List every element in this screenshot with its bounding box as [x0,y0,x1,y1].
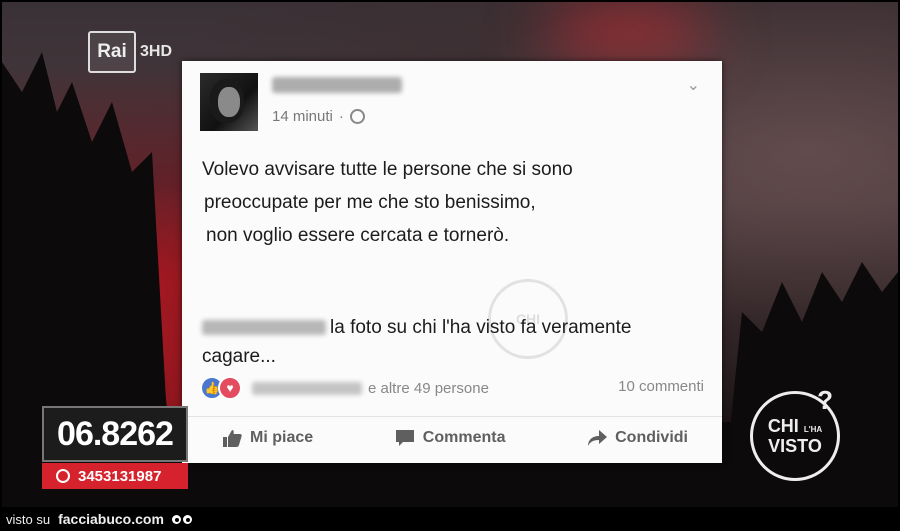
comment-icon [395,430,414,446]
globe-icon [349,109,365,124]
reactor-name-blurred [252,381,362,395]
channel-number: 3HD [140,43,173,60]
chevron-down-icon[interactable]: ⌄ [687,75,700,95]
whatsapp-icon [56,469,70,483]
tv-frame: Rai 3HD 14 minuti · ⌄ Volevo avvisare tu… [2,2,898,507]
author-name-blurred[interactable] [272,77,402,93]
post-time[interactable]: 14 minuti [272,108,333,125]
facebook-post-card: 14 minuti · ⌄ Volevo avvisare tutte le p… [182,61,722,463]
share-label: Condividi [615,429,688,446]
site-name[interactable]: facciabuco.com [58,511,164,527]
post-text: Volevo avvisare tutte le persone che si … [202,153,573,252]
thumbs-up-icon [223,430,242,447]
reactions-others: e altre 49 persone [368,379,489,397]
eyes-icon [171,514,192,524]
whatsapp-number: 3453131987 [78,467,162,485]
share-button[interactable]: Condividi [587,429,688,447]
like-label: Mi piace [250,429,314,446]
reactions-summary[interactable]: 👍 ♥ e altre 49 persone [200,376,489,400]
post-line: non voglio essere cercata e tornerò. [206,225,510,246]
chi-lha-visto-logo: ? CHI L'HA VISTO [750,387,840,481]
comments-count[interactable]: 10 commenti [618,378,704,395]
footer-bar: visto su facciabuco.com [0,507,900,531]
post-meta: 14 minuti · [272,108,365,125]
footer-prefix: visto su [6,511,51,527]
phone-number: 06.8262 [42,406,188,462]
comment: la foto su chi l'ha visto fa veramente c… [202,313,682,371]
post-line: Volevo avvisare tutte le persone che si … [202,159,573,180]
comment-label: Commenta [422,429,506,446]
like-button[interactable]: Mi piace [222,429,313,447]
post-actions: Mi piace Commenta Condividi [182,429,722,447]
channel-logo: Rai 3HD [88,31,172,73]
post-line: preoccupate per me che sto benissimo, [204,192,536,213]
share-arrow-icon [588,430,608,446]
author-avatar[interactable] [200,73,258,131]
divider [182,416,722,417]
whatsapp-number-bar: 3453131987 [42,463,188,489]
rai-logo: Rai [88,31,136,73]
commenter-name-blurred[interactable] [202,320,326,336]
love-reaction-icon: ♥ [218,376,242,400]
comment-button[interactable]: Commenta [395,429,506,447]
